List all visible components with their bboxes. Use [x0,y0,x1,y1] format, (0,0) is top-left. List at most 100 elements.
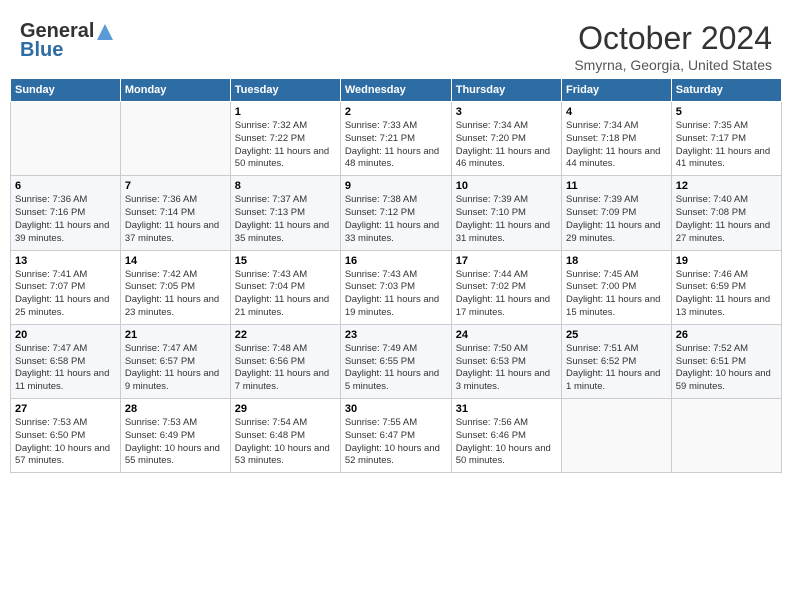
day-number: 6 [15,180,116,192]
day-number: 13 [15,255,116,267]
calendar-body: 1 Sunrise: 7:32 AMSunset: 7:22 PMDaylight… [11,102,782,473]
day-info: Sunrise: 7:47 AMSunset: 6:58 PMDaylight:… [15,343,116,394]
day-info: Sunrise: 7:55 AMSunset: 6:47 PMDaylight:… [345,417,447,468]
calendar-day-cell: 12 Sunrise: 7:40 AMSunset: 7:08 PMDayligh… [671,176,781,250]
calendar-day-cell [120,102,230,176]
day-number: 17 [456,255,557,267]
calendar-day-cell: 1 Sunrise: 7:32 AMSunset: 7:22 PMDaylight… [230,102,340,176]
day-info: Sunrise: 7:53 AMSunset: 6:50 PMDaylight:… [15,417,116,468]
calendar-day-cell: 15 Sunrise: 7:43 AMSunset: 7:04 PMDayligh… [230,250,340,324]
day-info: Sunrise: 7:44 AMSunset: 7:02 PMDaylight:… [456,269,557,320]
calendar-day-cell: 23 Sunrise: 7:49 AMSunset: 6:55 PMDayligh… [340,324,451,398]
calendar-day-cell: 11 Sunrise: 7:39 AMSunset: 7:09 PMDayligh… [562,176,672,250]
calendar-day-cell: 7Sunrise: 7:36 AMSunset: 7:14 PMDaylight… [120,176,230,250]
day-info: Sunrise: 7:34 AMSunset: 7:18 PMDaylight:… [566,120,667,171]
calendar-day-cell: 5 Sunrise: 7:35 AMSunset: 7:17 PMDaylight… [671,102,781,176]
day-info: Sunrise: 7:36 AMSunset: 7:16 PMDaylight:… [15,194,116,245]
day-number: 4 [566,106,667,118]
calendar-day-cell: 14 Sunrise: 7:42 AMSunset: 7:05 PMDayligh… [120,250,230,324]
calendar-day-cell: 10Sunrise: 7:39 AMSunset: 7:10 PMDayligh… [451,176,561,250]
month-title: October 2024 [574,20,772,57]
weekday-header-cell: Saturday [671,79,781,102]
day-number: 23 [345,329,447,341]
calendar-week-row: 13 Sunrise: 7:41 AMSunset: 7:07 PMDayligh… [11,250,782,324]
day-info: Sunrise: 7:51 AMSunset: 6:52 PMDaylight:… [566,343,667,394]
calendar-day-cell: 3Sunrise: 7:34 AMSunset: 7:20 PMDaylight… [451,102,561,176]
day-number: 5 [676,106,777,118]
calendar-day-cell: 2 Sunrise: 7:33 AMSunset: 7:21 PMDaylight… [340,102,451,176]
calendar-day-cell: 25 Sunrise: 7:51 AMSunset: 6:52 PMDayligh… [562,324,672,398]
day-number: 19 [676,255,777,267]
day-number: 12 [676,180,777,192]
day-info: Sunrise: 7:43 AMSunset: 7:04 PMDaylight:… [235,269,336,320]
day-info: Sunrise: 7:40 AMSunset: 7:08 PMDaylight:… [676,194,777,245]
weekday-header-row: SundayMondayTuesdayWednesdayThursdayFrid… [11,79,782,102]
calendar-week-row: 20Sunrise: 7:47 AMSunset: 6:58 PMDayligh… [11,324,782,398]
day-number: 3 [456,106,557,118]
title-block: October 2024 Smyrna, Georgia, United Sta… [574,20,772,73]
day-number: 24 [456,329,557,341]
day-number: 27 [15,403,116,415]
day-number: 2 [345,106,447,118]
day-number: 11 [566,180,667,192]
calendar-day-cell: 24 Sunrise: 7:50 AMSunset: 6:53 PMDayligh… [451,324,561,398]
day-number: 1 [235,106,336,118]
calendar-week-row: 27 Sunrise: 7:53 AMSunset: 6:50 PMDayligh… [11,399,782,473]
day-info: Sunrise: 7:33 AMSunset: 7:21 PMDaylight:… [345,120,447,171]
day-info: Sunrise: 7:32 AMSunset: 7:22 PMDaylight:… [235,120,336,171]
day-info: Sunrise: 7:45 AMSunset: 7:00 PMDaylight:… [566,269,667,320]
weekday-header-cell: Thursday [451,79,561,102]
calendar-day-cell: 28 Sunrise: 7:53 AMSunset: 6:49 PMDayligh… [120,399,230,473]
calendar-day-cell: 18 Sunrise: 7:45 AMSunset: 7:00 PMDayligh… [562,250,672,324]
day-number: 7 [125,180,226,192]
calendar-day-cell [11,102,121,176]
day-info: Sunrise: 7:47 AMSunset: 6:57 PMDaylight:… [125,343,226,394]
calendar-day-cell: 27 Sunrise: 7:53 AMSunset: 6:50 PMDayligh… [11,399,121,473]
day-number: 30 [345,403,447,415]
day-info: Sunrise: 7:46 AMSunset: 6:59 PMDaylight:… [676,269,777,320]
calendar-table: SundayMondayTuesdayWednesdayThursdayFrid… [10,78,782,473]
logo-blue: Blue [20,39,63,62]
calendar-week-row: 6 Sunrise: 7:36 AMSunset: 7:16 PMDaylight… [11,176,782,250]
day-number: 25 [566,329,667,341]
page-header: General Blue October 2024 Smyrna, Georgi… [10,10,782,78]
calendar-day-cell: 19 Sunrise: 7:46 AMSunset: 6:59 PMDayligh… [671,250,781,324]
weekday-header-cell: Sunday [11,79,121,102]
logo-icon [95,22,115,42]
day-info: Sunrise: 7:41 AMSunset: 7:07 PMDaylight:… [15,269,116,320]
calendar-day-cell: 26 Sunrise: 7:52 AMSunset: 6:51 PMDayligh… [671,324,781,398]
calendar-day-cell: 8Sunrise: 7:37 AMSunset: 7:13 PMDaylight… [230,176,340,250]
weekday-header-cell: Wednesday [340,79,451,102]
day-number: 18 [566,255,667,267]
day-info: Sunrise: 7:53 AMSunset: 6:49 PMDaylight:… [125,417,226,468]
day-number: 21 [125,329,226,341]
day-info: Sunrise: 7:39 AMSunset: 7:09 PMDaylight:… [566,194,667,245]
day-info: Sunrise: 7:50 AMSunset: 6:53 PMDaylight:… [456,343,557,394]
day-info: Sunrise: 7:49 AMSunset: 6:55 PMDaylight:… [345,343,447,394]
calendar-day-cell: 9 Sunrise: 7:38 AMSunset: 7:12 PMDaylight… [340,176,451,250]
day-info: Sunrise: 7:43 AMSunset: 7:03 PMDaylight:… [345,269,447,320]
day-info: Sunrise: 7:56 AMSunset: 6:46 PMDaylight:… [456,417,557,468]
calendar-day-cell: 17 Sunrise: 7:44 AMSunset: 7:02 PMDayligh… [451,250,561,324]
day-info: Sunrise: 7:42 AMSunset: 7:05 PMDaylight:… [125,269,226,320]
calendar-day-cell: 16 Sunrise: 7:43 AMSunset: 7:03 PMDayligh… [340,250,451,324]
day-number: 15 [235,255,336,267]
day-number: 14 [125,255,226,267]
day-number: 28 [125,403,226,415]
weekday-header-cell: Friday [562,79,672,102]
logo: General Blue [20,20,115,62]
day-number: 22 [235,329,336,341]
calendar-day-cell [671,399,781,473]
calendar-day-cell: 4 Sunrise: 7:34 AMSunset: 7:18 PMDaylight… [562,102,672,176]
calendar-day-cell: 30 Sunrise: 7:55 AMSunset: 6:47 PMDayligh… [340,399,451,473]
day-number: 9 [345,180,447,192]
calendar-week-row: 1 Sunrise: 7:32 AMSunset: 7:22 PMDaylight… [11,102,782,176]
calendar-day-cell: 13 Sunrise: 7:41 AMSunset: 7:07 PMDayligh… [11,250,121,324]
day-number: 26 [676,329,777,341]
day-info: Sunrise: 7:48 AMSunset: 6:56 PMDaylight:… [235,343,336,394]
day-info: Sunrise: 7:35 AMSunset: 7:17 PMDaylight:… [676,120,777,171]
day-info: Sunrise: 7:38 AMSunset: 7:12 PMDaylight:… [345,194,447,245]
day-info: Sunrise: 7:52 AMSunset: 6:51 PMDaylight:… [676,343,777,394]
day-number: 16 [345,255,447,267]
day-number: 29 [235,403,336,415]
